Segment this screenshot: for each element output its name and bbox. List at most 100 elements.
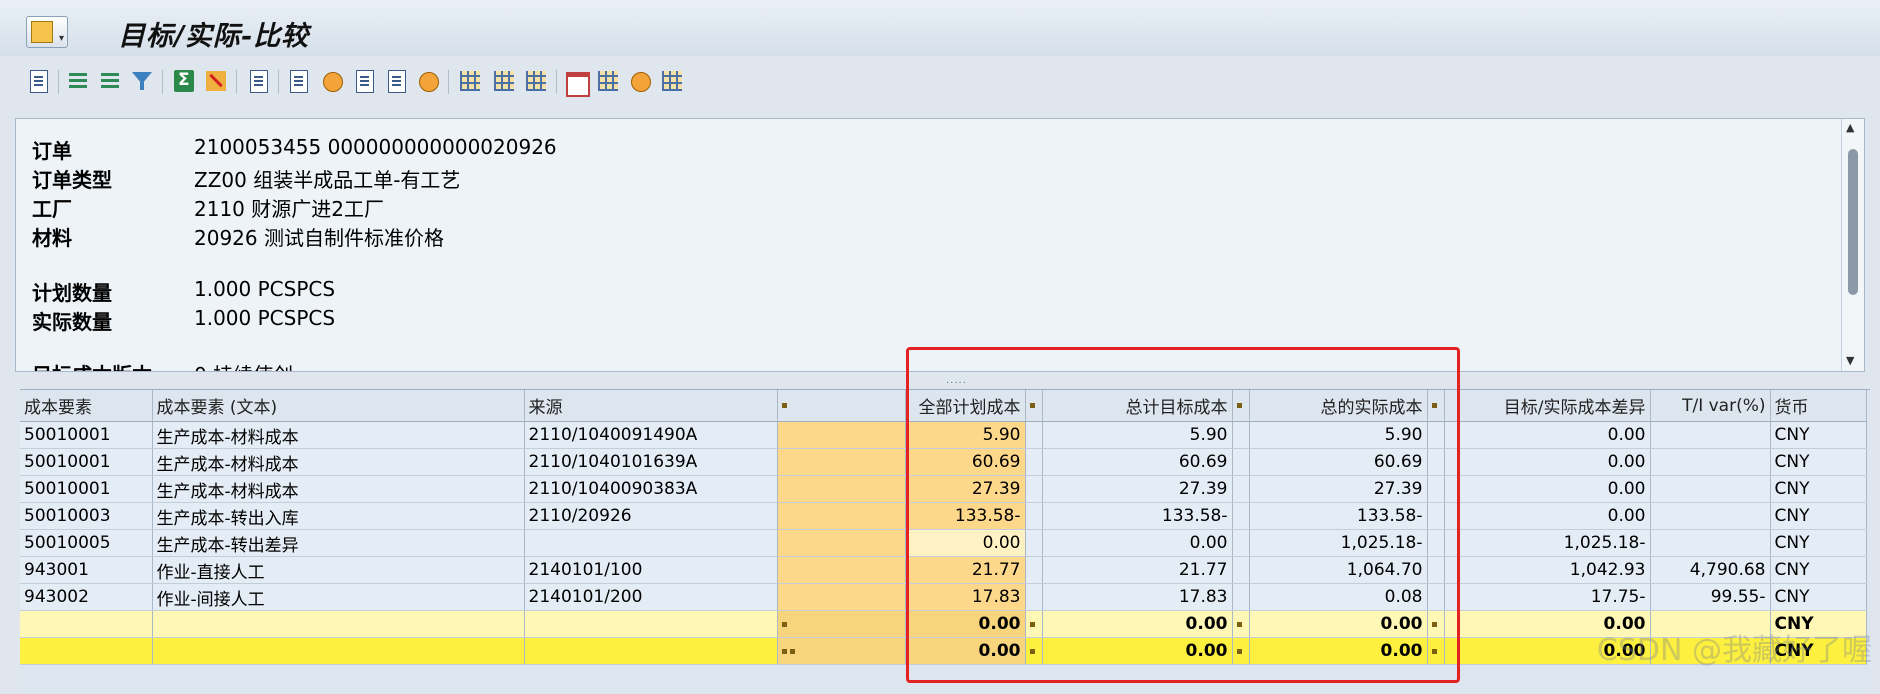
scroll-down-icon[interactable]: ▼ [1846,354,1854,367]
col-cost-element[interactable]: 成本要素 [20,390,153,422]
cell-actual[interactable]: 5.90 [1249,421,1428,449]
cell-origin[interactable]: 2110/1040101639A [524,448,778,476]
cell-element[interactable]: 50010003 [20,502,153,530]
local-file-icon[interactable] [414,67,442,95]
cell-target[interactable]: 17.83 [1042,583,1233,611]
cell-element[interactable]: 50010001 [20,448,153,476]
cell-variance[interactable]: 0.00 [1444,502,1651,530]
cell-actual[interactable]: 133.58- [1249,502,1428,530]
cell-pct[interactable] [1650,421,1771,449]
cell-plan[interactable]: 5.90 [905,421,1026,449]
col-variance[interactable]: 目标/实际成本差异 [1444,390,1651,422]
col-variance-pct[interactable]: T/I var(%) [1650,390,1771,422]
cell-target[interactable]: 27.39 [1042,475,1233,503]
sort-asc-icon[interactable] [64,67,92,95]
cell-text[interactable]: 生产成本-材料成本 [152,421,525,449]
cell-currency[interactable]: CNY [1770,448,1867,476]
print-preview-icon[interactable] [244,67,272,95]
col-marker[interactable] [1427,390,1445,422]
subtotal-icon[interactable] [202,67,230,95]
cell-plan[interactable]: 27.39 [905,475,1026,503]
cell-plan-selected[interactable]: 0.00 [905,529,1026,557]
table-row[interactable]: 943001 作业-直接人工 2140101/100 21.77 21.77 1… [20,556,1867,584]
detail-icon[interactable] [24,67,52,95]
cell-currency[interactable]: CNY [1770,583,1867,611]
spreadsheet-icon[interactable] [318,67,346,95]
cell-variance[interactable]: 17.75- [1444,583,1651,611]
subtotal-actual[interactable]: 0.00 [1249,610,1428,638]
cell-target[interactable]: 60.69 [1042,448,1233,476]
table-row[interactable]: 943002 作业-间接人工 2140101/200 17.83 17.83 0… [20,583,1867,611]
cell-currency[interactable]: CNY [1770,475,1867,503]
cell-plan[interactable]: 17.83 [905,583,1026,611]
total-target[interactable]: 0.00 [1042,637,1233,665]
sort-desc-icon[interactable] [96,67,124,95]
cell-pct[interactable] [1650,502,1771,530]
cell-element[interactable]: 50010005 [20,529,153,557]
col-currency[interactable]: 货币 [1770,390,1867,422]
cell-target[interactable]: 0.00 [1042,529,1233,557]
cell-text[interactable]: 生产成本-材料成本 [152,448,525,476]
cell-plan[interactable]: 133.58- [905,502,1026,530]
col-total-plan-cost[interactable]: 全部计划成本 [905,390,1026,422]
abc-analysis-icon[interactable] [658,67,686,95]
col-total-target-cost[interactable]: 总计目标成本 [1042,390,1233,422]
cell-target[interactable]: 21.77 [1042,556,1233,584]
total-plan[interactable]: 0.00 [905,637,1026,665]
cell-variance[interactable]: 0.00 [1444,421,1651,449]
cell-pct[interactable] [1650,475,1771,503]
cell-variance[interactable]: 0.00 [1444,448,1651,476]
cell-text[interactable]: 生产成本-材料成本 [152,475,525,503]
splitter-handle[interactable]: ····· [946,378,967,389]
cell-currency[interactable]: CNY [1770,502,1867,530]
table-row[interactable]: 50010003 生产成本-转出入库 2110/20926 133.58- 13… [20,502,1867,530]
cell-element[interactable]: 50010001 [20,421,153,449]
scroll-up-icon[interactable]: ▲ [1846,121,1854,134]
cell-pct[interactable]: 99.55- [1650,583,1771,611]
change-layout-icon[interactable] [522,67,550,95]
cell-origin[interactable]: 2110/1040091490A [524,421,778,449]
cell-origin[interactable]: 2140101/100 [524,556,778,584]
table-row[interactable]: 50010005 生产成本-转出差异 0.00 0.00 1,025.18- 1… [20,529,1867,557]
subtotal-plan[interactable]: 0.00 [905,610,1026,638]
cell-origin[interactable] [524,529,778,557]
cell-currency[interactable]: CNY [1770,421,1867,449]
cell-plan[interactable]: 60.69 [905,448,1026,476]
cell-pct[interactable] [1650,529,1771,557]
cell-origin[interactable]: 2140101/200 [524,583,778,611]
cell-origin[interactable]: 2110/1040090383A [524,475,778,503]
cell-text[interactable]: 作业-直接人工 [152,556,525,584]
cell-actual[interactable]: 60.69 [1249,448,1428,476]
system-menu-button[interactable]: ▾ [26,16,68,48]
hierarchy-icon[interactable] [594,67,622,95]
cell-variance[interactable]: 1,042.93 [1444,556,1651,584]
cell-pct[interactable]: 4,790.68 [1650,556,1771,584]
cell-variance[interactable]: 0.00 [1444,475,1651,503]
cell-target[interactable]: 5.90 [1042,421,1233,449]
col-marker[interactable] [777,390,906,422]
save-icon[interactable] [382,67,410,95]
cell-origin[interactable]: 2110/20926 [524,502,778,530]
table-row[interactable]: 50010001 生产成本-材料成本 2110/1040091490A 5.90… [20,421,1867,449]
cell-actual[interactable]: 1,025.18- [1249,529,1428,557]
col-origin[interactable]: 来源 [524,390,778,422]
subtotal-target[interactable]: 0.00 [1042,610,1233,638]
table-row[interactable]: 50010001 生产成本-材料成本 2110/1040101639A 60.6… [20,448,1867,476]
cell-actual[interactable]: 0.08 [1249,583,1428,611]
export-icon[interactable] [284,67,312,95]
cell-element[interactable]: 943002 [20,583,153,611]
scrollbar-thumb[interactable] [1848,149,1858,295]
cell-text[interactable]: 生产成本-转出入库 [152,502,525,530]
total-actual[interactable]: 0.00 [1249,637,1428,665]
cell-element[interactable]: 50010001 [20,475,153,503]
cell-text[interactable]: 生产成本-转出差异 [152,529,525,557]
sum-icon[interactable] [170,67,198,95]
cell-currency[interactable]: CNY [1770,529,1867,557]
subtotal-row[interactable]: 0.00 0.00 0.00 0.00 CNY [20,610,1867,638]
select-layout-icon[interactable] [490,67,518,95]
col-marker[interactable] [1025,390,1043,422]
calendar-icon[interactable] [562,67,590,97]
cell-target[interactable]: 133.58- [1042,502,1233,530]
word-icon[interactable] [350,67,378,95]
cell-pct[interactable] [1650,448,1771,476]
